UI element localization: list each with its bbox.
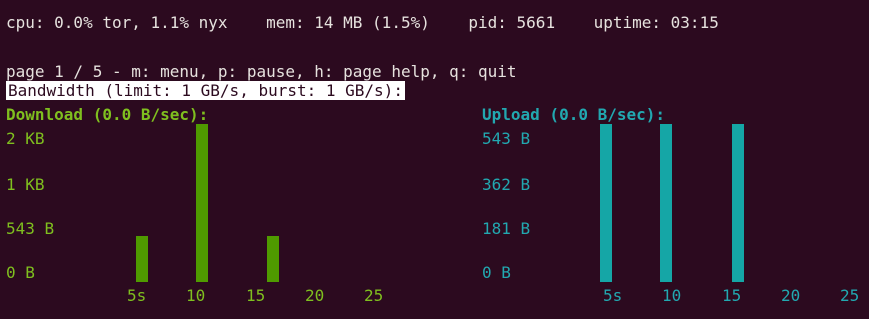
upload-y-label: 181 B [482, 219, 531, 238]
upload-x-label: 25 [840, 286, 860, 305]
download-x-label: 10 [186, 286, 206, 305]
download-bar [196, 124, 208, 282]
download-x-label: 15 [246, 286, 266, 305]
download-x-label: 25 [364, 286, 384, 305]
status-bar: cpu: 0.0% tor, 1.1% nyx mem: 14 MB (1.5%… [6, 13, 719, 32]
download-y-label: 543 B [6, 219, 55, 238]
upload-x-label: 15 [722, 286, 742, 305]
download-y-label: 2 KB [6, 129, 45, 148]
upload-bar [660, 124, 672, 282]
download-x-label: 5s [127, 286, 147, 305]
upload-x-label: 20 [781, 286, 801, 305]
download-bar [136, 236, 148, 282]
page-navigation-hint: page 1 / 5 - m: menu, p: pause, h: page … [6, 62, 517, 81]
bandwidth-header: Bandwidth (limit: 1 GB/s, burst: 1 GB/s)… [6, 81, 405, 100]
upload-y-label: 362 B [482, 175, 531, 194]
upload-y-label: 0 B [482, 263, 511, 282]
upload-x-label: 10 [662, 286, 682, 305]
download-bar [267, 236, 279, 282]
upload-bar [600, 124, 612, 282]
upload-title: Upload (0.0 B/sec): [482, 105, 666, 124]
download-x-label: 20 [305, 286, 325, 305]
download-y-label: 0 B [6, 263, 35, 282]
upload-y-label: 543 B [482, 129, 531, 148]
terminal-top-edge [0, 0, 869, 8]
upload-x-label: 5s [603, 286, 623, 305]
upload-bar [732, 124, 744, 282]
download-title: Download (0.0 B/sec): [6, 105, 209, 124]
download-y-label: 1 KB [6, 175, 45, 194]
